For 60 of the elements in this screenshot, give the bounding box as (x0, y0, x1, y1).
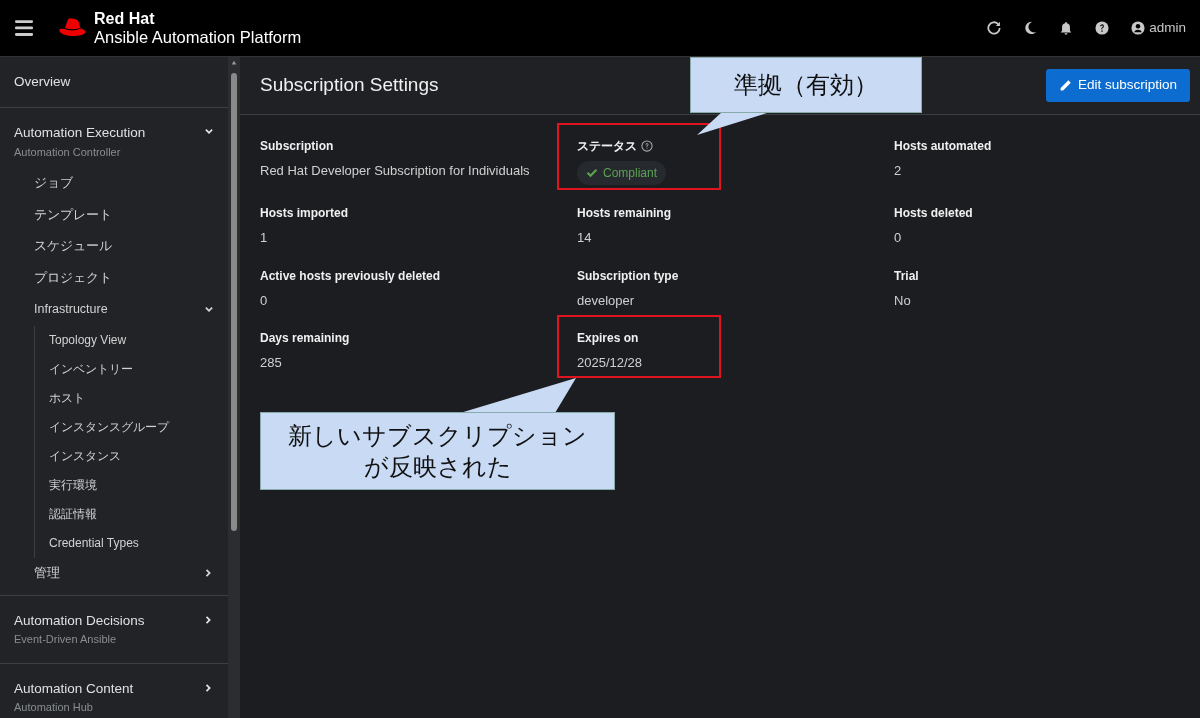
field-label: Hosts remaining (577, 205, 672, 222)
user-avatar-icon (1131, 21, 1146, 35)
field-label: ステータス (577, 138, 637, 155)
nav-item[interactable]: インスタンス (49, 447, 121, 465)
nav-item[interactable]: Topology View (49, 331, 127, 349)
nav-item[interactable]: ホスト (49, 389, 85, 407)
field-value: Red Hat Developer Subscription for Individuals (260, 162, 530, 180)
field-value: 14 (577, 229, 593, 247)
menu-icon[interactable] (14, 19, 34, 37)
nav-item[interactable]: Infrastructure (34, 300, 108, 320)
pencil-icon (1058, 79, 1072, 92)
nav-item[interactable]: Credential Types (49, 534, 139, 552)
field-label: Active hosts previously deleted (260, 267, 441, 285)
nav-item[interactable]: インベントリー (49, 360, 133, 378)
field-label: Subscription type (577, 267, 679, 285)
scrollbar-thumb[interactable] (231, 73, 237, 531)
field-label: Hosts automated (894, 138, 992, 155)
nav-item[interactable]: 認証情報 (49, 505, 97, 523)
check-icon (586, 167, 598, 179)
field-label: Trial (894, 267, 919, 285)
help-icon[interactable] (1095, 21, 1110, 35)
nav-item[interactable]: 実行環境 (49, 476, 97, 494)
field-label: Expires on (577, 330, 639, 347)
field-label: Days remaining (260, 330, 350, 347)
scrollbar[interactable] (228, 57, 240, 718)
field-value: 285 (260, 354, 283, 372)
user-menu[interactable]: admin (1131, 17, 1186, 39)
help-icon[interactable] (641, 140, 653, 152)
nav-item[interactable]: ジョブ (34, 174, 73, 194)
field-label: Subscription (260, 138, 334, 155)
nav-item[interactable]: Automation Content (14, 678, 134, 699)
field-label: Hosts deleted (894, 205, 973, 222)
nav-item[interactable]: 管理 (34, 563, 60, 583)
field-value: 0 (894, 229, 903, 247)
nav-item[interactable]: テンプレート (34, 205, 112, 225)
product-name: Ansible Automation Platform (94, 27, 302, 46)
nav-item[interactable]: スケジュール (34, 237, 112, 257)
field-value: No (894, 291, 912, 310)
field-value: 0 (260, 291, 269, 310)
brand-name: Red Hat (94, 10, 156, 28)
nav-item[interactable]: Automation Execution (14, 123, 146, 144)
refresh-icon[interactable] (987, 21, 1002, 35)
field-value: 2 (894, 162, 903, 180)
moon-icon[interactable] (1023, 21, 1038, 35)
nav-subtitle: Event-Driven Ansible (14, 632, 118, 648)
status-label: Compliant (577, 161, 667, 185)
scroll-up-arrow-icon[interactable] (230, 60, 238, 66)
nav-item[interactable]: Overview (14, 72, 71, 93)
nav-item[interactable]: インスタンスグループ (49, 418, 169, 436)
field-value: 2025/12/28 (577, 354, 644, 372)
nav-subtitle: Automation Controller (14, 144, 122, 160)
field-label: Hosts imported (260, 205, 348, 222)
nav-subtitle: Automation Hub (14, 700, 94, 715)
nav-item[interactable]: Automation Decisions (14, 611, 145, 632)
nav-item[interactable]: プロジェクト (34, 268, 112, 288)
edit-subscription-button[interactable]: Edit subscription (1045, 69, 1190, 102)
field-value: developer (577, 291, 636, 310)
bell-icon[interactable] (1059, 21, 1074, 35)
page-title: Subscription Settings (260, 73, 439, 98)
field-value: 1 (260, 229, 269, 247)
